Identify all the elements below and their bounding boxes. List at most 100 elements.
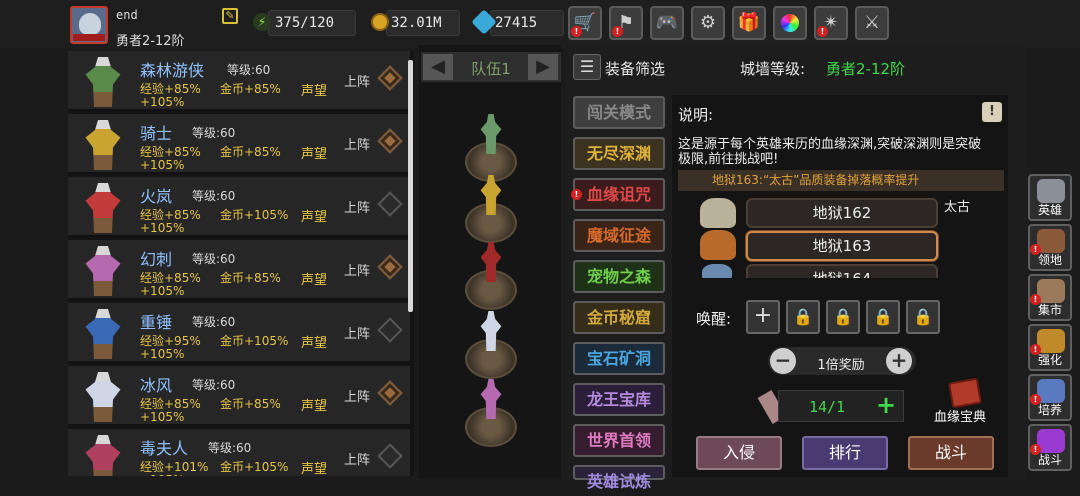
bloodline-book-label[interactable]: 血缘宝典: [934, 406, 986, 425]
mode-button[interactable]: 无尽深渊: [573, 137, 665, 170]
firework-button[interactable]: ✴!: [814, 6, 848, 40]
portal-icon: [1037, 429, 1065, 453]
awaken-add-button[interactable]: +: [746, 300, 780, 334]
hero-reputation-bonus: +105%: [140, 158, 185, 172]
gold-display: 32.01M: [371, 10, 460, 36]
minus-icon[interactable]: −: [770, 348, 796, 374]
hero-row[interactable]: 重锤 等级:60 经验+95% 金币+105% 声望 +105% 上阵: [68, 303, 410, 363]
mode-button[interactable]: 魔域征途: [573, 219, 665, 252]
hero-deploy-button[interactable]: 上阵: [344, 449, 370, 468]
team-next-arrow-icon[interactable]: ▶: [528, 54, 558, 80]
energy-display: ⚡ 375/120: [253, 10, 356, 36]
mode-button[interactable]: 世界首领: [573, 424, 665, 457]
hero-reputation-label: 声望: [301, 210, 328, 225]
gem-display: 27415: [471, 9, 564, 36]
gear-icon: ⚙: [699, 12, 717, 33]
hero-reputation-bonus: +105%: [140, 410, 185, 424]
hero-reputation-bonus: +105%: [140, 284, 185, 298]
castle-icon: [1037, 229, 1065, 253]
fight-button[interactable]: 战斗: [908, 436, 994, 470]
help-icon[interactable]: !: [982, 102, 1002, 122]
lock-icon: 🔒: [913, 307, 933, 326]
hero-name: 毒夫人: [140, 439, 189, 458]
hero-deploy-button[interactable]: 上阵: [344, 197, 370, 216]
hero-deploy-gem-icon[interactable]: [377, 443, 403, 469]
level-list[interactable]: 地狱162 地狱163 地狱164 太古: [690, 196, 1000, 278]
hero-deploy-button[interactable]: 上阵: [344, 323, 370, 342]
player-avatar[interactable]: [70, 6, 108, 44]
ranking-button[interactable]: 排行: [802, 436, 888, 470]
level-row[interactable]: 地狱164: [746, 264, 938, 278]
mode-button[interactable]: 金币秘窟: [573, 301, 665, 334]
level-row-selected[interactable]: 地狱163: [746, 231, 938, 261]
drop-rate-banner: 地狱163:“太古”品质装备掉落概率提升: [678, 170, 1004, 191]
filter-menu-icon[interactable]: ☰: [573, 54, 601, 80]
hero-row[interactable]: 骑士 等级:60 经验+85% 金币+85% 声望 +105% 上阵: [68, 114, 410, 174]
mode-button[interactable]: 宠物之森: [573, 260, 665, 293]
awaken-slot-locked[interactable]: 🔒: [906, 300, 940, 334]
bloodline-book-icon[interactable]: [947, 377, 983, 409]
alert-dot-icon: !: [571, 189, 582, 200]
hero-list-scrollbar[interactable]: [408, 60, 413, 312]
hero-deploy-gem-icon[interactable]: [377, 317, 403, 343]
equipment-filter-label[interactable]: 装备筛选: [605, 58, 665, 79]
invade-button[interactable]: 入侵: [696, 436, 782, 470]
add-ticket-icon[interactable]: +: [876, 392, 896, 418]
hero-reputation-label: 声望: [301, 84, 328, 99]
hero-deploy-gem-icon[interactable]: [377, 380, 403, 406]
level-row[interactable]: 地狱162: [746, 198, 938, 228]
awaken-slot-locked[interactable]: 🔒: [826, 300, 860, 334]
hero-name: 森林游侠: [140, 61, 205, 80]
battle-button[interactable]: ⚔: [855, 6, 889, 40]
hero-deploy-gem-icon[interactable]: [377, 191, 403, 217]
level-side-note: 太古: [944, 200, 971, 215]
hero-deploy-gem-icon[interactable]: [377, 65, 403, 91]
gamepad-button[interactable]: 🎮: [650, 6, 684, 40]
player-name: end: [116, 8, 138, 22]
shop-button[interactable]: 🛒!: [568, 6, 602, 40]
color-button[interactable]: [773, 6, 807, 40]
avatar-face-icon: [79, 13, 101, 35]
awaken-slot-locked[interactable]: 🔒: [786, 300, 820, 334]
mode-button[interactable]: 闯关模式: [573, 96, 665, 129]
boss-portrait-icon: [700, 230, 736, 260]
hero-deploy-gem-icon[interactable]: [377, 128, 403, 154]
hero-reputation-label: 声望: [301, 462, 328, 476]
hero-gold-bonus: 金币+105%: [220, 460, 289, 474]
hero-name: 骑士: [140, 124, 173, 143]
awaken-label: 唤醒:: [696, 310, 732, 328]
hero-row[interactable]: 毒夫人等级:60经验+101%金币+105%声望+105%上阵: [68, 429, 410, 476]
lightning-icon: ⚡: [253, 13, 271, 31]
hero-list[interactable]: 森林游侠 等级:60 经验+85% 金币+85% 声望 +105% 上阵 骑士 等级:60 经验+…: [68, 51, 414, 476]
mode-button[interactable]: 龙王宝库: [573, 383, 665, 416]
wall-level-label: 城墙等级:: [740, 60, 806, 78]
alert-dot-icon: !: [571, 26, 582, 37]
gift-button[interactable]: 🎁: [732, 6, 766, 40]
lock-icon: 🔒: [873, 307, 893, 326]
team-prev-arrow-icon[interactable]: ◀: [423, 54, 453, 80]
hero-gold-bonus: 金币+105%: [220, 334, 289, 348]
hero-deploy-button[interactable]: 上阵: [344, 134, 370, 153]
flag-button[interactable]: ⚑!: [609, 6, 643, 40]
hero-sprite-icon: [85, 57, 121, 107]
mode-button[interactable]: 英雄试炼: [573, 465, 665, 491]
hero-row[interactable]: 森林游侠 等级:60 经验+85% 金币+85% 声望 +105% 上阵: [68, 51, 410, 111]
nav-hero-helmet-button[interactable]: 英雄: [1028, 174, 1072, 221]
mode-button[interactable]: 血缘诅咒: [573, 178, 665, 211]
hero-deploy-button[interactable]: 上阵: [344, 260, 370, 279]
mode-button[interactable]: 宝石矿洞: [573, 342, 665, 375]
edit-icon[interactable]: ✎: [222, 8, 238, 24]
alert-dot-icon: !: [1030, 344, 1041, 355]
hero-deploy-gem-icon[interactable]: [377, 254, 403, 280]
hero-row[interactable]: 火岚 等级:60 经验+85% 金币+105% 声望 +105% 上阵: [68, 177, 410, 237]
hero-deploy-button[interactable]: 上阵: [344, 71, 370, 90]
plus-icon[interactable]: +: [886, 348, 912, 374]
settings-button[interactable]: ⚙: [691, 6, 725, 40]
awaken-slot-locked[interactable]: 🔒: [866, 300, 900, 334]
gold-coin-icon: [371, 13, 389, 31]
gold-value: 32.01M: [391, 15, 442, 31]
hero-row[interactable]: 冰风 等级:60 经验+85% 金币+85% 声望 +105% 上阵: [68, 366, 410, 426]
hero-row[interactable]: 幻刺 等级:60 经验+85% 金币+85% 声望 +105% 上阵: [68, 240, 410, 300]
hero-sprite-icon: [85, 246, 121, 296]
hero-deploy-button[interactable]: 上阵: [344, 386, 370, 405]
